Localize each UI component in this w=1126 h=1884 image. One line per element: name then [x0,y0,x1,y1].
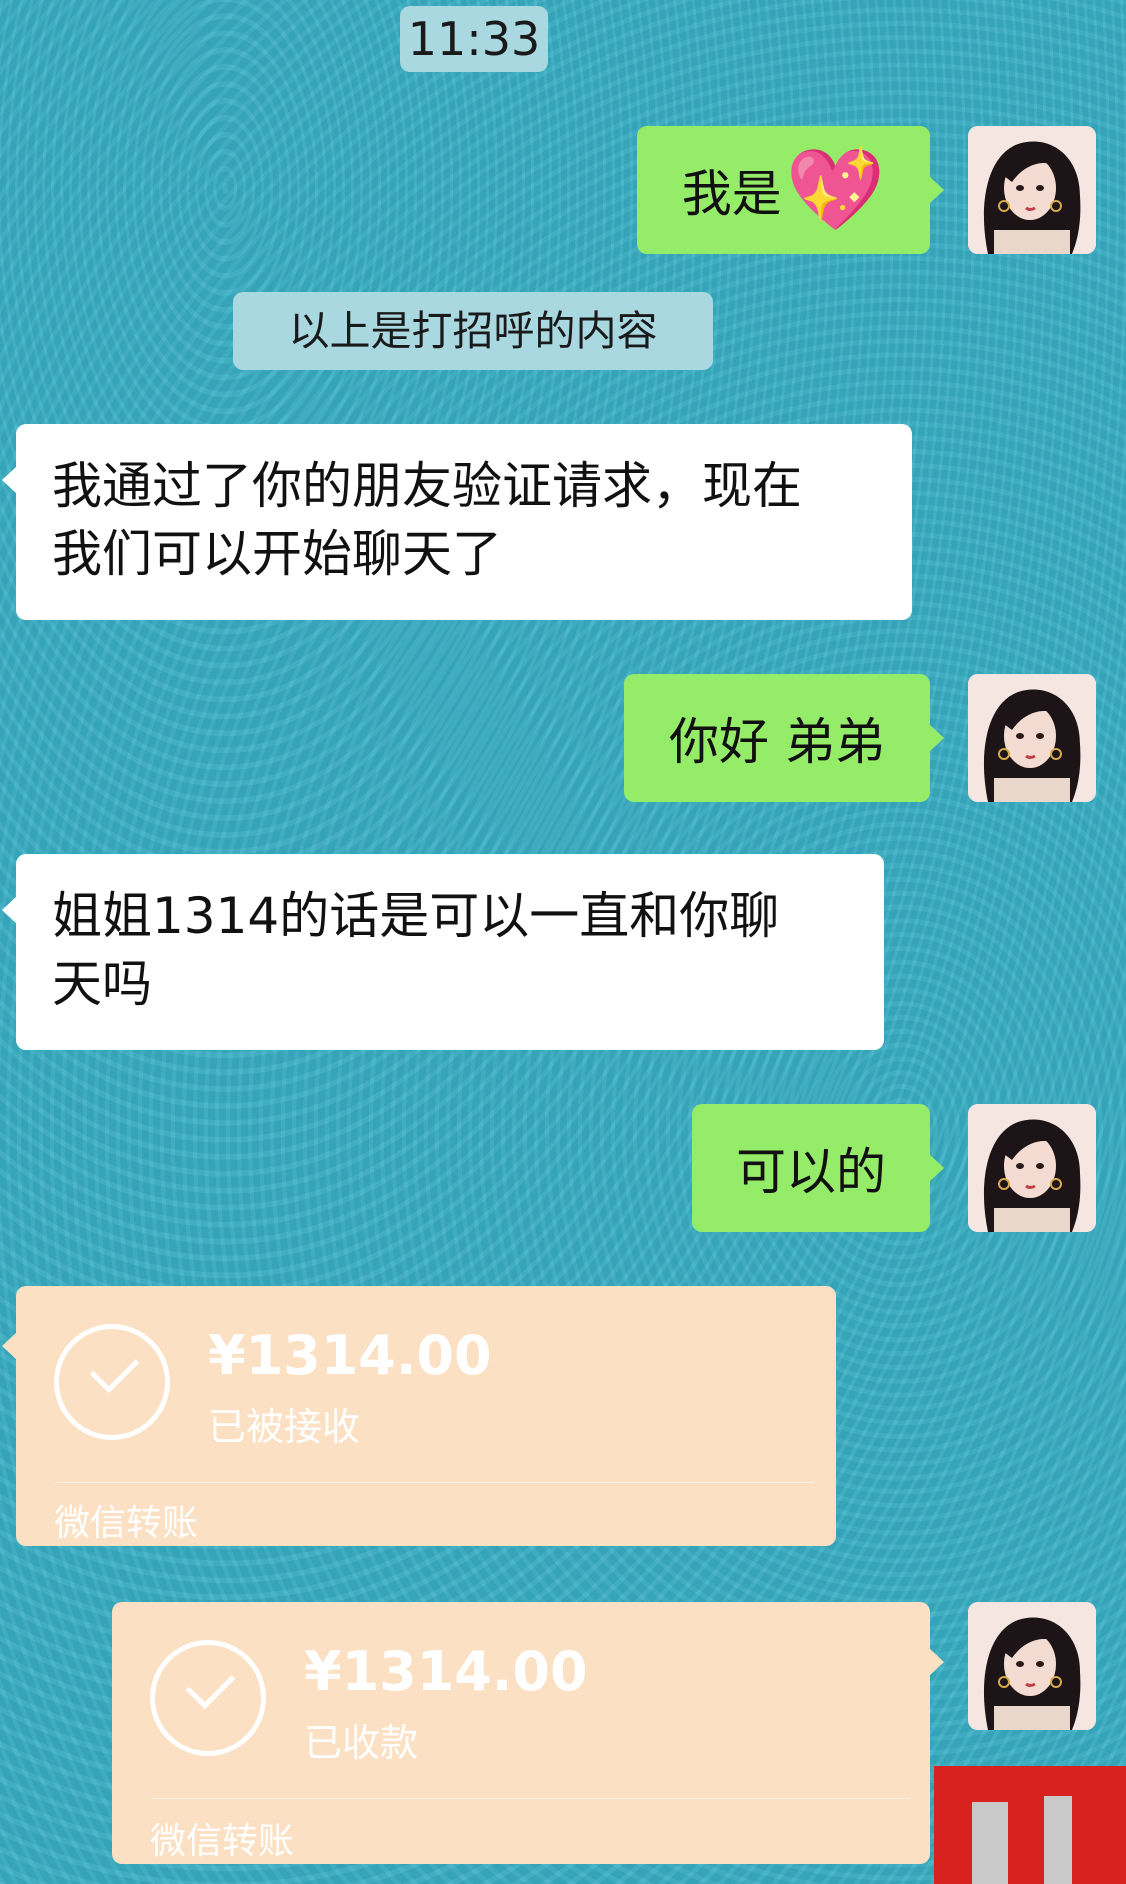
card-divider [54,1482,814,1483]
message-text: 我是 [681,165,782,223]
sent-message-ok[interactable]: 可以的 [692,1104,944,1232]
wechat-transfer-card-sent[interactable]: ¥1314.00 已收款 微信转账 [112,1602,944,1864]
transfer-label: 微信转账 [54,1503,199,1544]
transfer-amount: ¥1314.00 [304,1640,588,1703]
my-avatar[interactable] [968,674,1096,802]
my-avatar[interactable] [968,1104,1096,1232]
message-line: 姐姐1314的话是可以一直和你聊 [52,887,780,945]
received-message-question[interactable]: 姐姐1314的话是可以一直和你聊 天吗 [2,854,884,1050]
transfer-label: 微信转账 [150,1821,295,1862]
my-avatar[interactable] [968,126,1096,254]
avatar-illustration [968,126,1096,254]
avatar-illustration [968,1104,1096,1232]
sent-message-greeting[interactable]: 我是 💖 [637,126,944,254]
decorative-red-sticker [934,1766,1126,1884]
avatar-illustration [968,1602,1096,1730]
check-circle-icon [54,1324,170,1440]
message-line: 我通过了你的朋友验证请求，现在 [52,457,802,515]
timestamp: 11:33 [400,6,548,72]
message-line: 天吗 [52,955,152,1013]
received-message-verification[interactable]: 我通过了你的朋友验证请求，现在 我们可以开始聊天了 [2,424,912,620]
system-notice: 以上是打招呼的内容 [233,292,713,370]
message-text: 你好 弟弟 [669,713,885,771]
sent-message-hello[interactable]: 你好 弟弟 [624,674,944,802]
transfer-amount: ¥1314.00 [208,1324,492,1387]
check-circle-icon [150,1640,266,1756]
transfer-status: 已被接收 [208,1405,361,1449]
transfer-status: 已收款 [304,1721,419,1765]
sparkling-heart-emoji: 💖 [785,143,886,236]
message-line: 我们可以开始聊天了 [52,525,502,583]
message-text: 可以的 [736,1143,886,1201]
wechat-transfer-card-received[interactable]: ¥1314.00 已被接收 微信转账 [2,1286,836,1546]
card-divider [150,1798,910,1799]
my-avatar[interactable] [968,1602,1096,1730]
avatar-illustration [968,674,1096,802]
